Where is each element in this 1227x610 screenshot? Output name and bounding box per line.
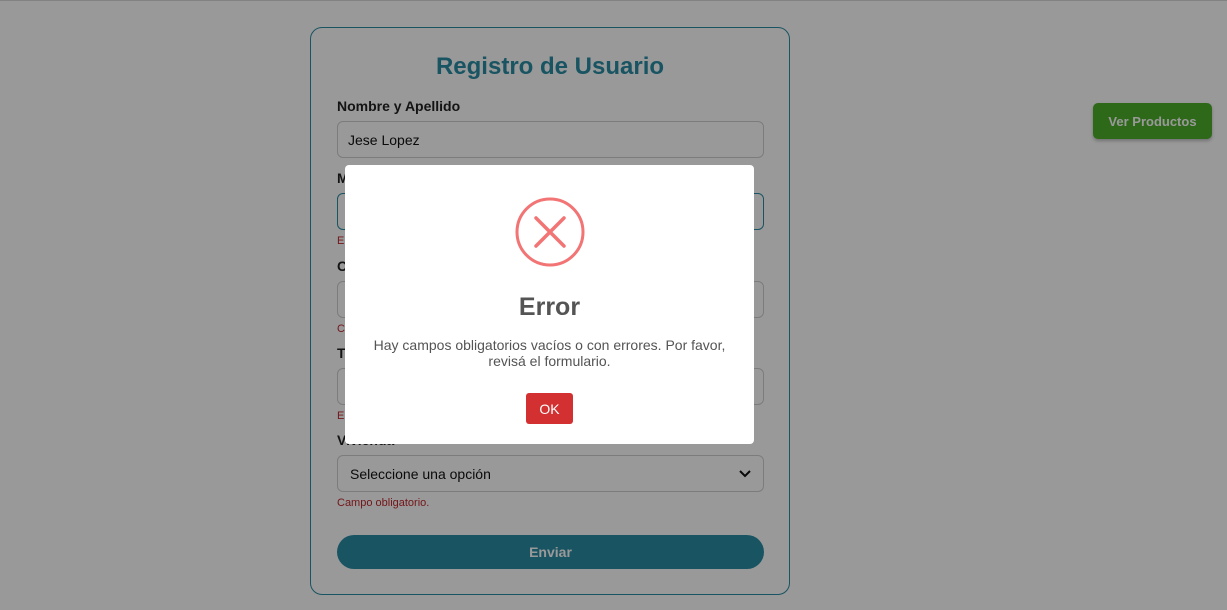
page: Registro de Usuario Nombre y Apellido Je… [0, 0, 1227, 610]
error-dialog: Error Hay campos obligatorios vacíos o c… [345, 165, 754, 444]
dialog-title: Error [518, 293, 581, 321]
dialog-message: Hay campos obligatorios vacíos o con err… [373, 337, 726, 369]
ok-button[interactable]: OK [526, 393, 573, 424]
error-x-icon [515, 197, 585, 267]
